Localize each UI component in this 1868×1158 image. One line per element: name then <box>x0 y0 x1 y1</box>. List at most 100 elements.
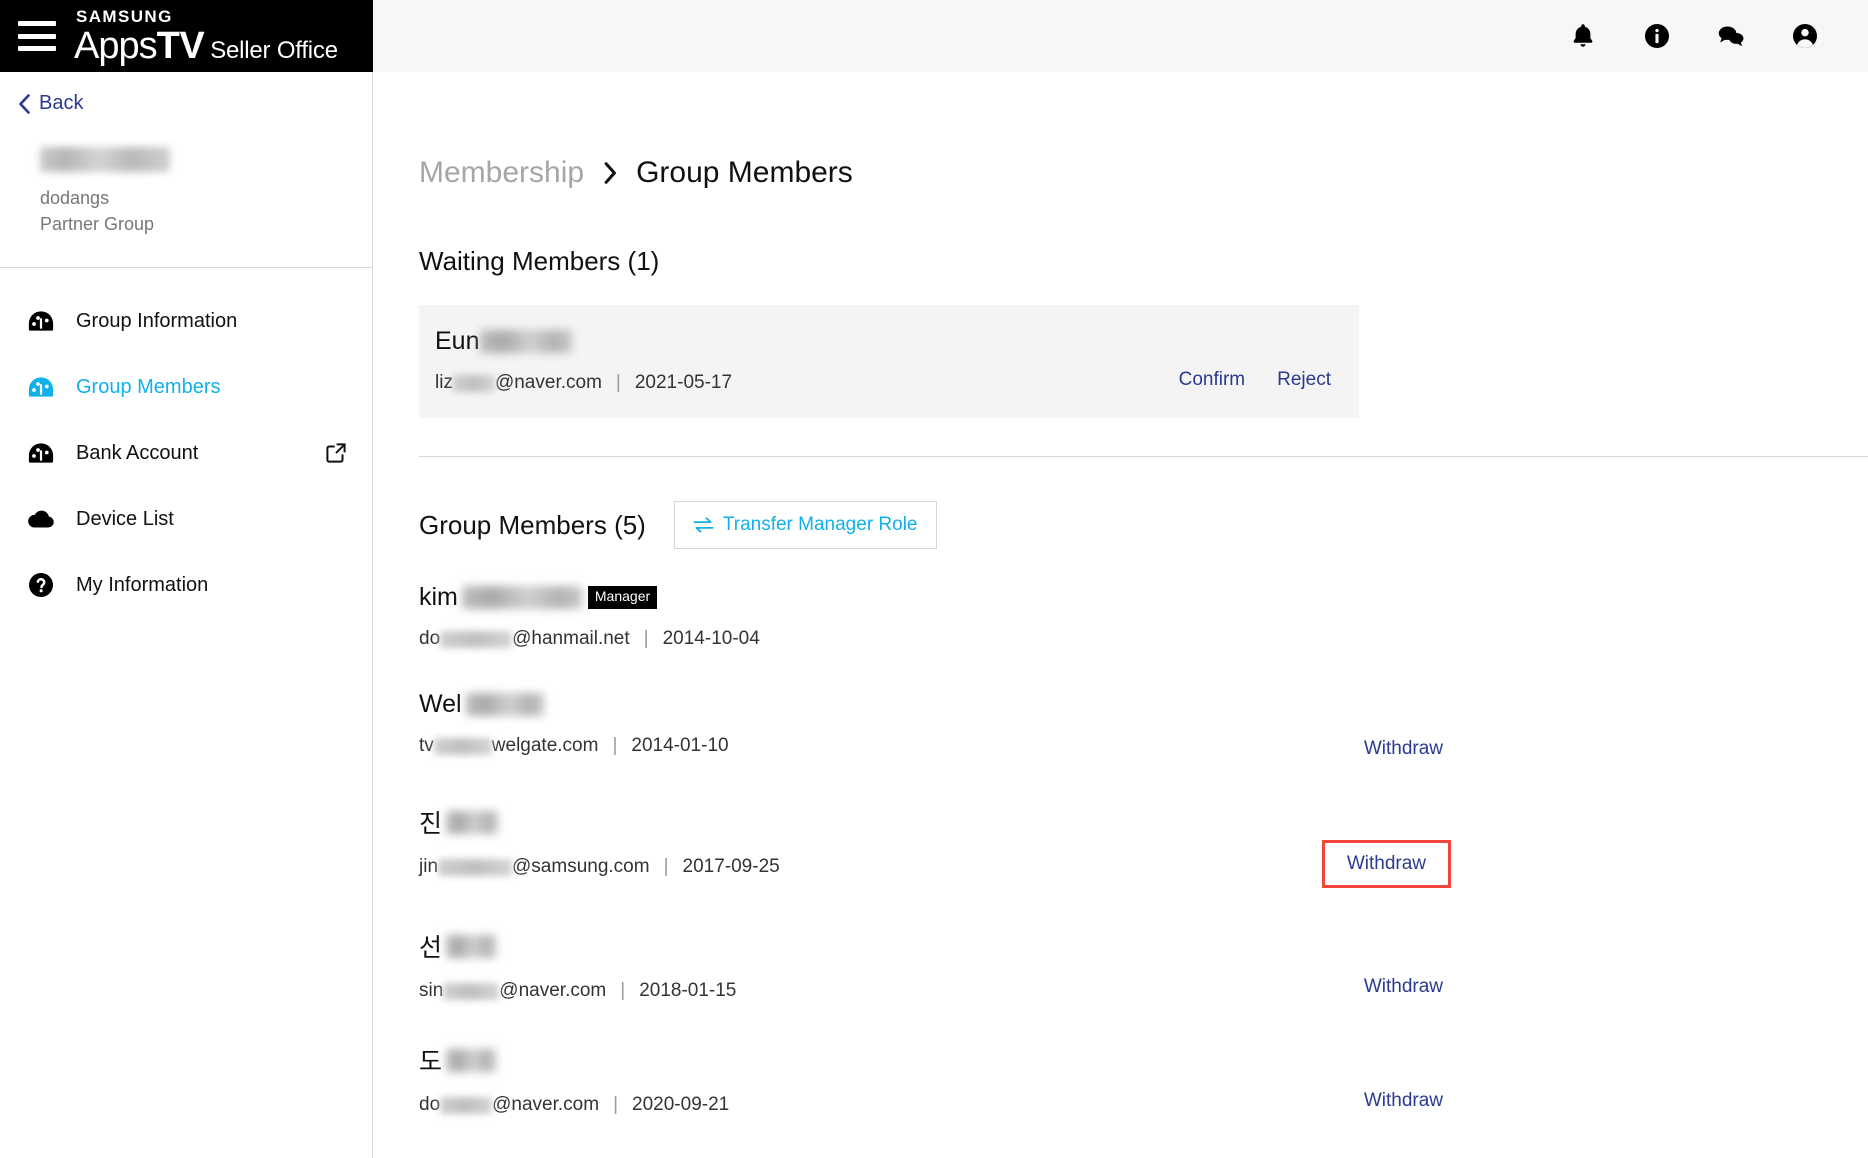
withdraw-button-wrapper: Withdraw <box>1356 734 1451 764</box>
sidebar-item-device-list[interactable]: Device List <box>0 486 372 552</box>
gauge-icon <box>28 377 54 397</box>
reject-button[interactable]: Reject <box>1277 369 1331 391</box>
sidebar-item-label: Bank Account <box>76 441 199 464</box>
withdraw-button[interactable]: Withdraw <box>1364 1090 1443 1112</box>
member-name-visible: 도 <box>419 1048 443 1076</box>
top-bar-spacer <box>373 0 1568 72</box>
transfer-manager-role-label: Transfer Manager Role <box>722 514 918 535</box>
waiting-member-name-visible: Eun <box>435 327 480 355</box>
member-email-prefix: do <box>419 628 441 649</box>
member-actions: Withdraw <box>1356 1042 1451 1116</box>
withdraw-button[interactable]: Withdraw <box>1364 976 1443 998</box>
meta-separator: | <box>612 735 618 756</box>
member-row: 도 do @naver.com | 2020-09-21 Withdraw <box>419 1042 1479 1116</box>
gauge-icon <box>28 443 54 463</box>
app-root: SAMSUNG Apps TV Seller Office Back dodan… <box>0 0 1868 1158</box>
member-actions: Withdraw <box>1321 804 1451 888</box>
member-join-date: 2014-01-10 <box>631 735 729 756</box>
member-email-redacted <box>440 1096 493 1114</box>
group-account-name: dodangs <box>40 188 110 208</box>
brand-block: SAMSUNG Apps TV Seller Office <box>0 0 373 72</box>
member-email-redacted <box>440 630 513 648</box>
member-name: Wel <box>419 690 1356 719</box>
back-button[interactable]: Back <box>0 72 372 133</box>
member-meta: do @naver.com | 2020-09-21 <box>419 1094 1356 1116</box>
member-email-prefix: sin <box>419 980 444 1001</box>
member-email-redacted <box>443 982 500 1000</box>
member-name-redacted <box>446 810 499 834</box>
waiting-member-name: Eun <box>435 327 1179 356</box>
waiting-members-title: Waiting Members (1) <box>419 246 660 276</box>
waiting-member-email-redacted <box>452 374 495 392</box>
account-circle-icon[interactable] <box>1790 21 1820 51</box>
sidebar-nav-list: Group Information Group Members Bank Acc… <box>0 268 372 618</box>
sidebar-item-group-members[interactable]: Group Members <box>0 354 372 420</box>
member-actions: Withdraw <box>1356 690 1451 764</box>
member-name-redacted <box>465 693 544 716</box>
gauge-icon <box>28 311 54 331</box>
withdraw-button[interactable]: Withdraw <box>1364 738 1443 760</box>
external-link-icon[interactable] <box>324 441 348 465</box>
hamburger-menu-icon[interactable] <box>18 21 56 51</box>
meta-separator: | <box>613 1094 619 1115</box>
member-name: 진 <box>419 804 1322 840</box>
sidebar: Back dodangs Partner Group Group Informa… <box>0 72 373 1158</box>
breadcrumb-parent[interactable]: Membership <box>419 156 584 190</box>
member-join-date: 2020-09-21 <box>632 1094 730 1115</box>
member-row: kim Manager do @hanmail.net | 2014-10-04 <box>419 583 1479 650</box>
group-members-list: kim Manager do @hanmail.net | 2014-10-04 Wel tv… <box>419 583 1828 1116</box>
app-logo[interactable]: SAMSUNG Apps TV Seller Office <box>74 8 338 65</box>
member-info: kim Manager do @hanmail.net | 2014-10-04 <box>419 583 1451 650</box>
hamburger-bar <box>18 21 56 26</box>
waiting-member-date: 2021-05-17 <box>634 372 733 393</box>
withdraw-button[interactable]: Withdraw <box>1347 853 1426 875</box>
transfer-manager-role-button[interactable]: Transfer Manager Role <box>673 501 937 549</box>
group-members-title: Group Members (5) <box>419 509 646 540</box>
confirm-button[interactable]: Confirm <box>1179 369 1246 391</box>
meta-separator: | <box>620 980 626 1001</box>
sidebar-item-bank-account[interactable]: Bank Account <box>0 420 372 486</box>
sidebar-item-group-information[interactable]: Group Information <box>0 288 372 354</box>
hamburger-bar <box>18 33 56 39</box>
withdraw-button-highlight: Withdraw <box>1321 840 1451 888</box>
member-info: 진 jin @samsung.com | 2017-09-25 <box>419 804 1322 878</box>
waiting-member-email-suffix: @naver.com <box>494 372 602 393</box>
member-meta: sin @naver.com | 2018-01-15 <box>419 980 1356 1002</box>
member-row: Wel tv welgate.com | 2014-01-10 Withdraw <box>419 690 1479 764</box>
main-content: Membership Group Members Waiting Members… <box>373 72 1868 1158</box>
sidebar-item-my-information[interactable]: My Information <box>0 552 372 618</box>
breadcrumb: Membership Group Members <box>419 156 1828 190</box>
withdraw-button-wrapper: Withdraw <box>1356 1086 1451 1116</box>
chat-icon[interactable] <box>1716 21 1746 51</box>
hamburger-bar <box>18 46 56 51</box>
breadcrumb-current: Group Members <box>636 156 853 189</box>
section-divider <box>419 456 1868 457</box>
bell-icon[interactable] <box>1568 21 1598 51</box>
member-email-suffix: @naver.com <box>492 1094 600 1115</box>
meta-separator: | <box>615 372 621 393</box>
logo-apps-text: Apps <box>74 24 158 67</box>
logo-seller-office-text: Seller Office <box>210 36 338 64</box>
question-circle-icon <box>29 573 53 598</box>
page-body: Back dodangs Partner Group Group Informa… <box>0 72 1868 1158</box>
member-info: 도 do @naver.com | 2020-09-21 <box>419 1042 1356 1116</box>
waiting-member-meta: liz @naver.com | 2021-05-17 <box>435 372 1179 394</box>
member-email-suffix: welgate.com <box>491 735 599 756</box>
member-name-visible: 진 <box>419 810 443 838</box>
member-join-date: 2014-10-04 <box>662 628 760 649</box>
member-join-date: 2017-09-25 <box>682 856 780 877</box>
member-meta: do @hanmail.net | 2014-10-04 <box>419 628 1451 650</box>
member-row: 선 sin @naver.com | 2018-01-15 Withdraw <box>419 928 1479 1002</box>
group-summary-card: dodangs Partner Group <box>0 133 372 269</box>
member-email-suffix: @samsung.com <box>512 856 650 877</box>
member-name-redacted <box>446 1048 497 1072</box>
info-circle-icon[interactable] <box>1642 21 1672 51</box>
member-name-visible: kim <box>419 583 458 611</box>
member-info: 선 sin @naver.com | 2018-01-15 <box>419 928 1356 1002</box>
cloud-icon <box>28 510 54 528</box>
group-members-header: Group Members (5) Transfer Manager Role <box>419 501 1828 549</box>
chevron-right-icon <box>604 162 617 184</box>
member-join-date: 2018-01-15 <box>639 980 737 1001</box>
back-label: Back <box>39 92 84 114</box>
meta-separator: | <box>643 628 649 649</box>
